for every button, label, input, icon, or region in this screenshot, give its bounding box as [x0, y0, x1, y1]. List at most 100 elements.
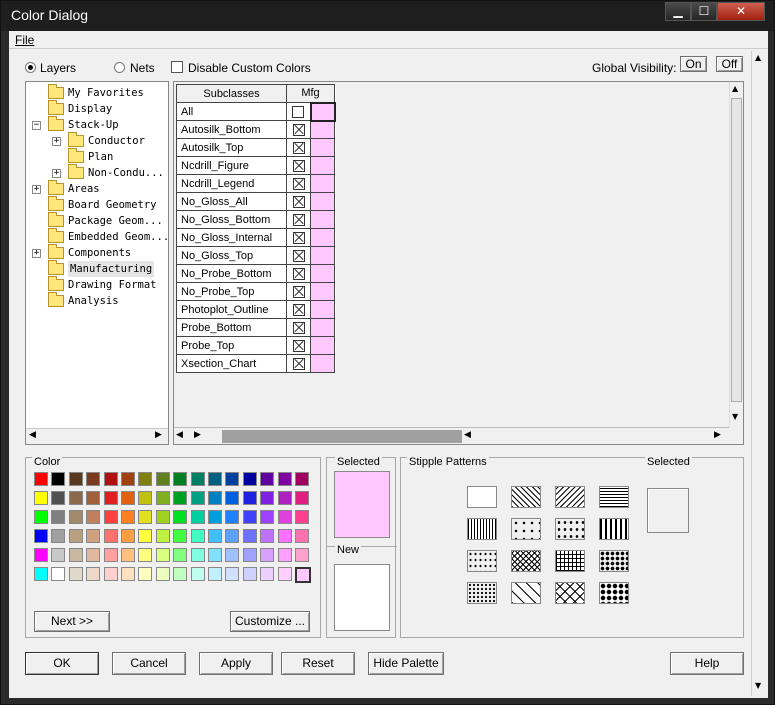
color-swatch[interactable] — [173, 472, 188, 486]
color-swatch[interactable] — [86, 567, 101, 581]
stipple-pattern-swatch[interactable] — [555, 550, 585, 572]
stipple-pattern-swatch[interactable] — [599, 518, 629, 540]
apply-button[interactable]: Apply — [199, 652, 273, 675]
scroll-up-icon[interactable]: ▲ — [755, 53, 761, 62]
color-swatch[interactable] — [138, 567, 153, 581]
color-swatch[interactable] — [277, 491, 292, 505]
color-swatch[interactable] — [138, 491, 153, 505]
scroll-right-icon[interactable]: ▶ — [714, 430, 721, 440]
color-cell[interactable] — [310, 300, 335, 319]
color-swatch[interactable] — [225, 491, 240, 505]
stipple-pattern-swatch[interactable] — [555, 486, 585, 508]
color-swatch[interactable] — [277, 567, 292, 581]
color-swatch[interactable] — [260, 548, 275, 562]
reset-button[interactable]: Reset — [281, 652, 355, 675]
layers-radio[interactable] — [25, 62, 36, 73]
color-swatch[interactable] — [34, 529, 48, 543]
color-swatch[interactable] — [68, 491, 83, 505]
maximize-button[interactable]: ☐ — [691, 2, 717, 21]
stipple-pattern-swatch[interactable] — [467, 550, 497, 572]
global-visibility-off-button[interactable]: Off — [716, 56, 743, 72]
color-swatch[interactable] — [190, 567, 205, 581]
visibility-cell[interactable] — [286, 228, 311, 247]
color-swatch[interactable] — [242, 548, 257, 562]
scroll-right-icon[interactable]: ▶ — [155, 430, 162, 440]
stipple-pattern-swatch[interactable] — [511, 550, 541, 572]
color-swatch[interactable] — [260, 529, 275, 543]
color-swatch[interactable] — [86, 491, 101, 505]
color-swatch[interactable] — [103, 510, 118, 524]
color-swatch[interactable] — [86, 548, 101, 562]
color-swatch[interactable] — [260, 472, 275, 486]
visibility-checkbox[interactable] — [292, 231, 305, 244]
visibility-checkbox[interactable] — [292, 249, 305, 262]
tree-item[interactable]: Manufacturing — [26, 260, 168, 277]
visibility-cell[interactable] — [286, 318, 311, 337]
color-cell[interactable] — [310, 138, 335, 157]
subclass-name-cell[interactable]: Autosilk_Bottom — [176, 120, 287, 139]
color-swatch[interactable] — [51, 491, 66, 505]
color-swatch[interactable] — [277, 510, 292, 524]
color-cell[interactable] — [310, 318, 335, 337]
color-swatch[interactable] — [242, 567, 257, 581]
visibility-checkbox[interactable] — [292, 267, 305, 280]
nets-radio[interactable] — [114, 62, 125, 73]
stipple-pattern-swatch[interactable] — [599, 486, 629, 508]
color-cell[interactable] — [310, 246, 335, 265]
stipple-pattern-swatch[interactable] — [599, 582, 629, 604]
subclass-name-cell[interactable]: No_Gloss_Internal — [176, 228, 287, 247]
tree-item[interactable]: Board Geometry — [26, 196, 168, 213]
color-swatch[interactable] — [68, 472, 83, 486]
color-swatch[interactable] — [68, 529, 83, 543]
color-swatch[interactable] — [103, 491, 118, 505]
tree-item[interactable]: Drawing Format — [26, 276, 168, 293]
color-swatch[interactable] — [138, 548, 153, 562]
tree-horizontal-scrollbar[interactable]: ◀ ▶ — [26, 428, 168, 444]
color-swatch[interactable] — [295, 491, 309, 505]
color-swatch[interactable] — [173, 567, 188, 581]
scroll-left-icon[interactable]: ◀ — [29, 430, 36, 440]
cancel-button[interactable]: Cancel — [112, 652, 186, 675]
color-cell[interactable] — [310, 336, 335, 355]
color-cell[interactable] — [310, 120, 335, 139]
subclass-name-cell[interactable]: No_Gloss_Top — [176, 246, 287, 265]
color-swatch[interactable] — [225, 529, 240, 543]
tree-item[interactable]: Analysis — [26, 292, 168, 309]
subclass-name-cell[interactable]: Xsection_Chart — [176, 354, 287, 373]
scroll-left-icon[interactable]: ◀ — [176, 430, 183, 440]
tree-item[interactable]: Display — [26, 100, 168, 117]
help-button[interactable]: Help — [670, 652, 744, 675]
visibility-checkbox[interactable] — [292, 141, 305, 154]
scroll-down-icon[interactable]: ▼ — [755, 681, 761, 690]
color-swatch[interactable] — [190, 472, 205, 486]
color-swatch[interactable] — [138, 529, 153, 543]
grid-horizontal-scrollbar[interactable]: ◀ ▶ ◀ ▶ — [174, 427, 729, 444]
visibility-cell[interactable] — [286, 120, 311, 139]
stipple-pattern-swatch[interactable] — [467, 518, 497, 540]
subclass-name-cell[interactable]: Probe_Bottom — [176, 318, 287, 337]
color-swatch[interactable] — [190, 529, 205, 543]
tree-item[interactable]: + Components — [26, 244, 168, 261]
visibility-checkbox[interactable] — [292, 213, 305, 226]
color-swatch[interactable] — [103, 567, 118, 581]
color-swatch[interactable] — [173, 529, 188, 543]
color-cell[interactable] — [310, 228, 335, 247]
vertical-scroll-thumb[interactable] — [731, 98, 742, 402]
color-swatch[interactable] — [34, 510, 48, 524]
color-swatch[interactable] — [190, 491, 205, 505]
color-cell[interactable] — [310, 354, 335, 373]
color-swatch[interactable] — [225, 510, 240, 524]
window-vertical-scrollbar[interactable]: ▲ ▼ — [751, 51, 766, 696]
color-swatch[interactable] — [225, 567, 240, 581]
tree-item[interactable]: Plan — [26, 148, 168, 165]
stipple-pattern-swatch[interactable] — [599, 550, 629, 572]
visibility-cell[interactable] — [286, 354, 311, 373]
subclass-name-cell[interactable]: Probe_Top — [176, 336, 287, 355]
visibility-cell[interactable] — [286, 156, 311, 175]
color-swatch[interactable] — [190, 510, 205, 524]
color-swatch[interactable] — [173, 510, 188, 524]
color-swatch[interactable] — [173, 548, 188, 562]
subclass-name-cell[interactable]: No_Probe_Top — [176, 282, 287, 301]
visibility-cell[interactable] — [286, 336, 311, 355]
visibility-cell[interactable] — [286, 264, 311, 283]
